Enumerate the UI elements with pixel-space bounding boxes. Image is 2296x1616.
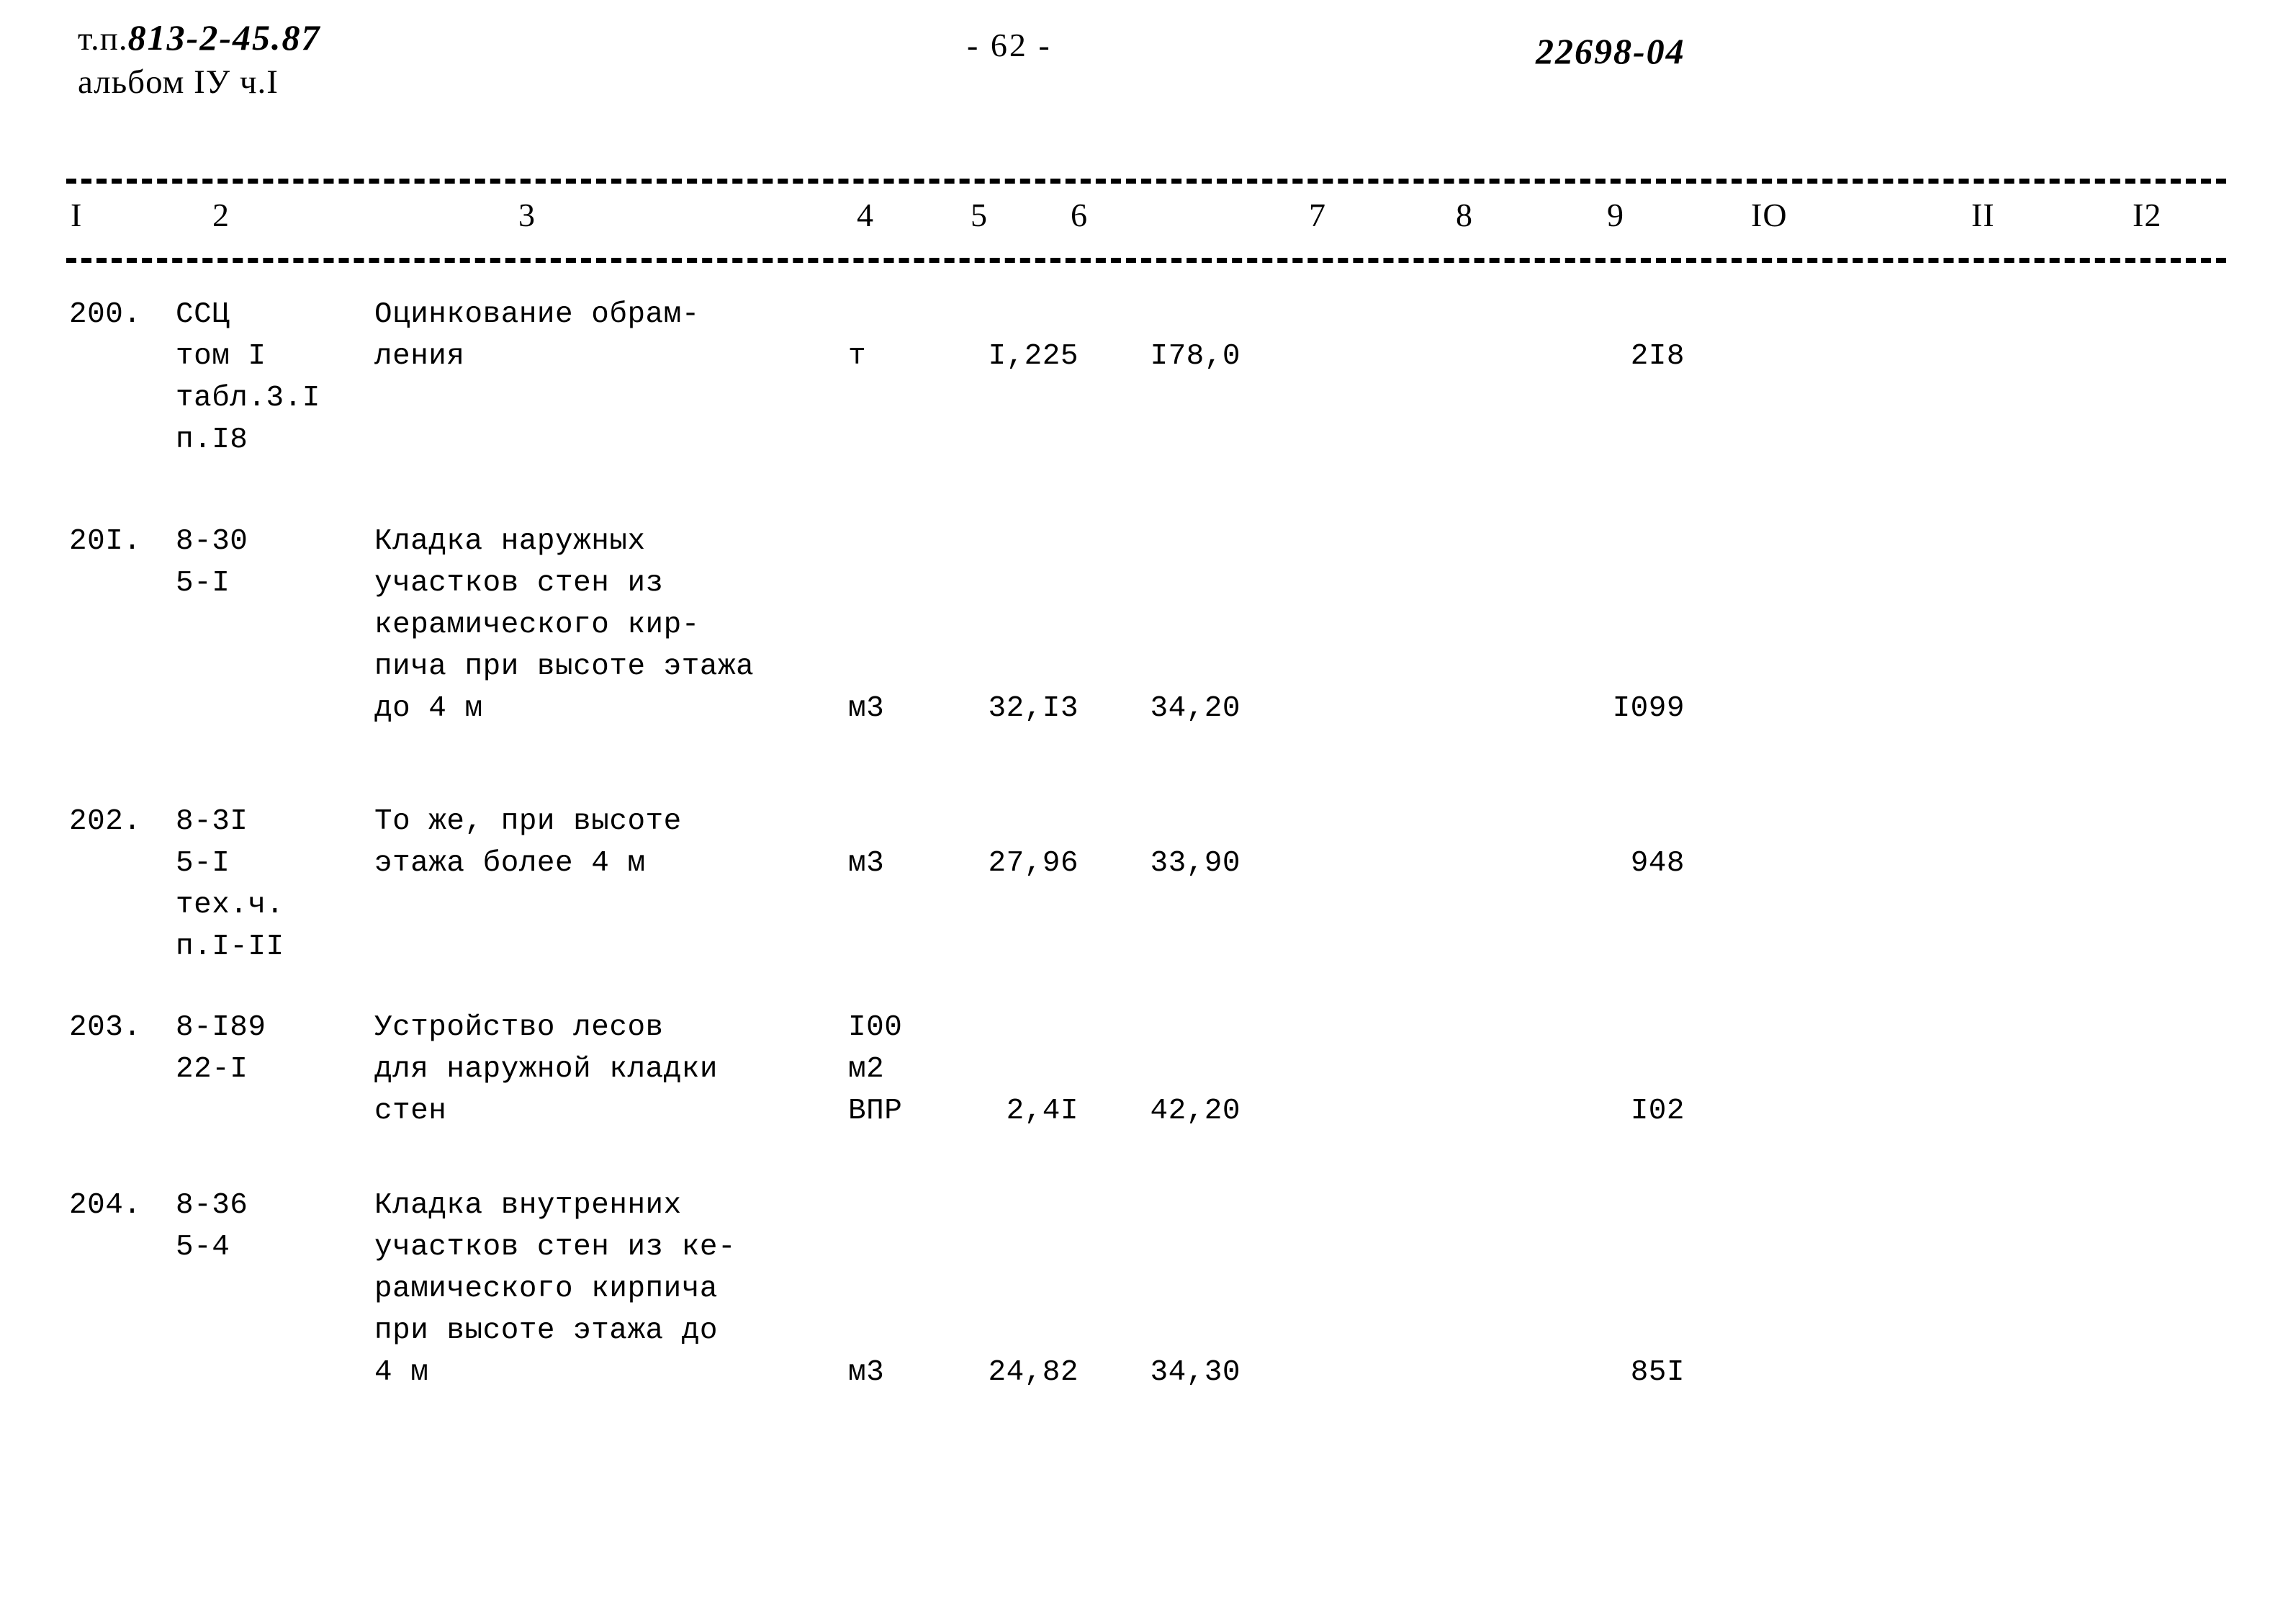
row-number: 200.	[69, 298, 142, 331]
row-description: Кладка наружных участков стен из керамич…	[374, 525, 755, 725]
page-number: - 62 -	[967, 27, 1052, 63]
row-description: Оцинкование обрам- ления	[374, 298, 700, 373]
row-total-cost: 2I8	[1630, 340, 1685, 373]
row-unit: м3	[848, 1356, 885, 1389]
table-header-dashed-rule	[66, 258, 2226, 263]
row-total-cost: 948	[1630, 847, 1685, 880]
row-total-cost: I02	[1630, 1095, 1685, 1128]
album-line: альбом IУ ч.I	[78, 63, 279, 101]
document-header-left: т.п.813-2-45.87 альбом IУ ч.I	[78, 16, 320, 104]
row-norm-code: ССЦ том I табл.3.I п.I8	[176, 298, 320, 457]
column-number-2: 2	[212, 197, 230, 233]
row-norm-code: 8-36 5-4	[176, 1189, 248, 1264]
column-number-12: I2	[2133, 197, 2162, 233]
row-quantity: 27,96	[988, 847, 1079, 880]
row-unit-price: 34,20	[1150, 692, 1241, 725]
row-total-cost: 85I	[1630, 1356, 1685, 1389]
row-norm-code: 8-3I 5-I тех.ч. п.I-II	[176, 805, 284, 964]
row-unit: м3	[848, 692, 885, 725]
scanned-document-page: т.п.813-2-45.87 альбом IУ ч.I - 62 - 2269…	[0, 0, 2296, 1616]
row-quantity: 2,4I	[1006, 1095, 1079, 1128]
row-norm-code: 8-I89 22-I	[176, 1011, 266, 1086]
column-number-4: 4	[857, 197, 874, 233]
project-label: т.п.	[78, 20, 128, 58]
column-number-7: 7	[1309, 197, 1326, 233]
table-top-dashed-rule	[66, 179, 2226, 184]
row-number: 20I.	[69, 525, 142, 558]
document-code: 22698-04	[1536, 31, 1685, 71]
row-number: 204.	[69, 1189, 142, 1222]
row-quantity: I,225	[988, 340, 1079, 373]
row-description: Кладка внутренних участков стен из ке- р…	[374, 1189, 737, 1389]
column-number-8: 8	[1456, 197, 1473, 233]
row-quantity: 24,82	[988, 1356, 1079, 1389]
row-number: 202.	[69, 805, 142, 838]
row-quantity: 32,I3	[988, 692, 1079, 725]
row-description: То же, при высоте этажа более 4 м	[374, 805, 682, 880]
row-unit: I00 м2 ВПР	[848, 1011, 903, 1128]
row-description: Устройство лесов для наружной кладки сте…	[374, 1011, 718, 1128]
row-unit-price: 34,30	[1150, 1356, 1241, 1389]
row-number: 203.	[69, 1011, 142, 1044]
column-number-10: IO	[1751, 197, 1788, 233]
column-number-5: 5	[971, 197, 988, 233]
row-unit: м3	[848, 847, 885, 880]
column-number-9: 9	[1607, 197, 1624, 233]
row-unit-price: 42,20	[1150, 1095, 1241, 1128]
row-unit-price: I78,0	[1150, 340, 1241, 373]
row-norm-code: 8-30 5-I	[176, 525, 248, 600]
row-unit-price: 33,90	[1150, 847, 1241, 880]
row-unit: т	[848, 340, 867, 373]
row-total-cost: I099	[1612, 692, 1685, 725]
project-code: 813-2-45.87	[127, 17, 321, 58]
column-number-11: II	[1971, 197, 1995, 233]
column-number-6: 6	[1071, 197, 1088, 233]
column-number-1: I	[71, 197, 83, 233]
column-number-3: 3	[518, 197, 536, 233]
